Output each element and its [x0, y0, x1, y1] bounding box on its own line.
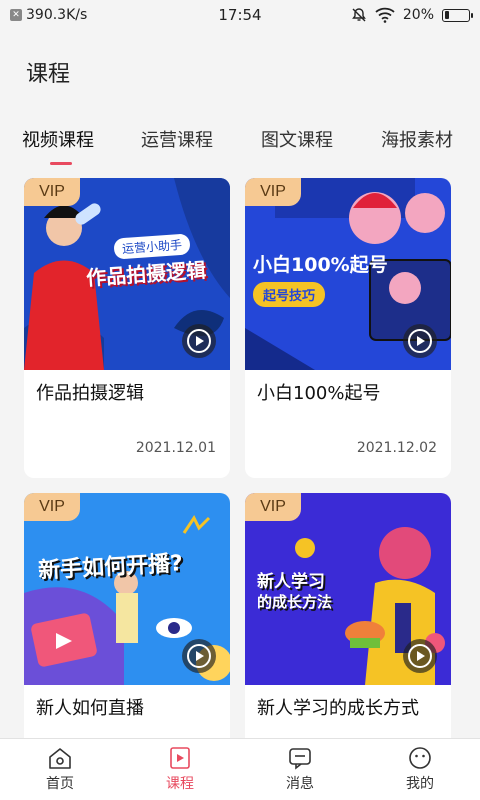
course-thumbnail: 新手如何开播? VIP: [24, 493, 230, 685]
home-icon: [49, 748, 71, 769]
course-title: 小白100%起号: [257, 383, 381, 404]
course-thumbnail: 运营小助手 作品拍摄逻辑 VIP: [24, 178, 230, 370]
vip-badge: VIP: [245, 178, 301, 206]
tab-video-courses[interactable]: 视频课程: [22, 126, 94, 152]
page-title: 课程: [26, 62, 71, 87]
category-tabs: 视频课程 运营课程 图文课程 海报素材: [0, 126, 480, 168]
play-button[interactable]: [182, 324, 216, 358]
tab-active-indicator: [50, 162, 72, 165]
vip-badge: VIP: [24, 178, 80, 206]
course-title: 新人学习的成长方式: [257, 698, 419, 719]
bottom-nav: 首页 课程 消息 我的: [0, 738, 480, 800]
banner-text: 新人学习: [257, 572, 325, 592]
course-date: 2021.12.02: [356, 440, 437, 456]
play-icon: [187, 644, 211, 668]
battery-icon: [442, 8, 473, 22]
vip-badge: VIP: [24, 493, 80, 521]
course-icon: [170, 747, 190, 769]
play-icon: [408, 329, 432, 353]
tab-operation-courses[interactable]: 运营课程: [141, 126, 213, 152]
clock: 17:54: [218, 6, 262, 24]
course-card[interactable]: 小白100%起号 起号技巧 VIP 小白100%起号 2021.12.02: [245, 178, 451, 478]
tab-article-courses[interactable]: 图文课程: [261, 126, 333, 152]
play-button[interactable]: [403, 639, 437, 673]
nav-courses-label: 课程: [166, 776, 194, 792]
banner-text: 小白100%起号: [253, 254, 388, 276]
course-thumbnail: 小白100%起号 起号技巧 VIP: [245, 178, 451, 370]
nav-home-label: 首页: [46, 776, 74, 792]
banner-subtitle: 起号技巧: [253, 282, 326, 307]
nav-messages-label: 消息: [286, 776, 314, 792]
play-button[interactable]: [182, 639, 216, 673]
nav-courses[interactable]: 课程: [150, 745, 210, 793]
course-title: 作品拍摄逻辑: [36, 383, 144, 404]
course-card[interactable]: 运营小助手 作品拍摄逻辑 VIP 作品拍摄逻辑 2021.12.01: [24, 178, 230, 478]
nav-home[interactable]: 首页: [30, 745, 90, 793]
profile-icon: [409, 747, 431, 769]
nav-profile[interactable]: 我的: [390, 745, 450, 793]
banner-subtitle: 的成长方法: [257, 593, 333, 611]
vip-badge: VIP: [245, 493, 301, 521]
play-icon: [187, 329, 211, 353]
nav-profile-label: 我的: [406, 776, 434, 792]
tab-poster-materials[interactable]: 海报素材: [381, 126, 453, 152]
status-bar: ✕ 390.3K/s 17:54 20%: [0, 0, 480, 30]
nav-messages[interactable]: 消息: [270, 745, 330, 793]
course-thumbnail: 新人学习 的成长方法 VIP: [245, 493, 451, 685]
play-button[interactable]: [403, 324, 437, 358]
course-date: 2021.12.01: [135, 440, 216, 456]
play-icon: [408, 644, 432, 668]
course-title: 新人如何直播: [36, 698, 144, 719]
message-icon: [289, 748, 311, 770]
